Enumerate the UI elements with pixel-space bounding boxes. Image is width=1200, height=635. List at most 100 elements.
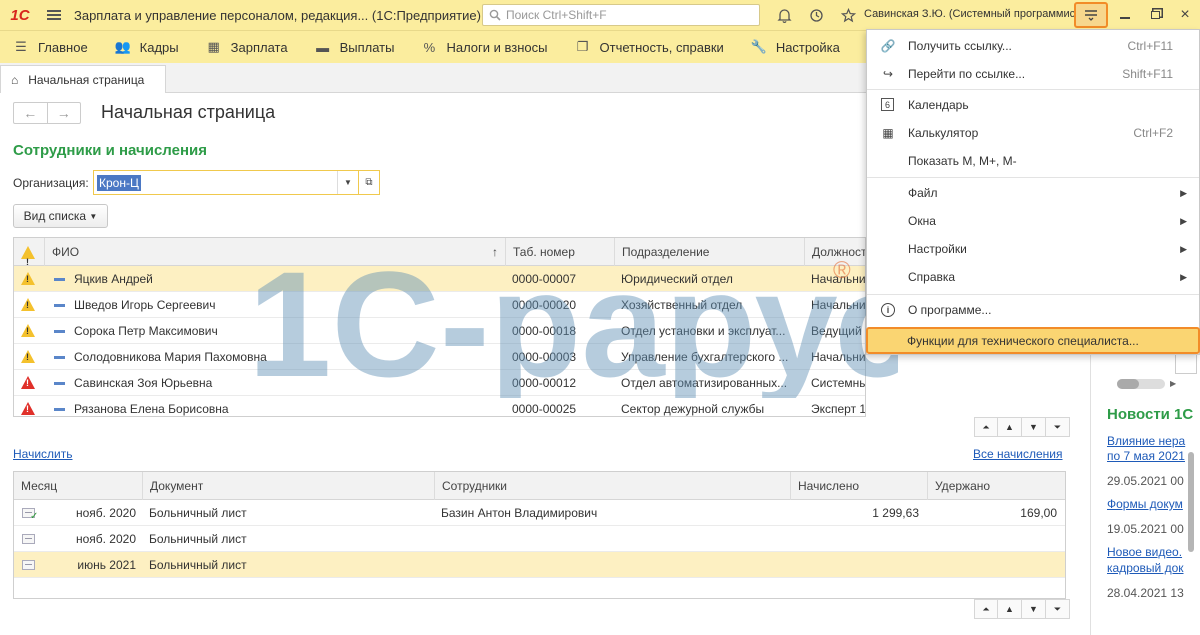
cell-employees: Базин Антон Владимирович bbox=[441, 506, 598, 520]
column-header-employees[interactable]: Сотрудники bbox=[434, 472, 790, 500]
last-page-icon[interactable]: ⏷ bbox=[1046, 417, 1070, 437]
cell-withheld bbox=[927, 552, 1065, 578]
employee-icon bbox=[54, 330, 65, 333]
scroll-thumb[interactable] bbox=[1188, 452, 1194, 552]
forward-arrow-icon[interactable]: → bbox=[48, 103, 81, 123]
search-input[interactable]: Поиск Ctrl+Shift+F bbox=[482, 4, 760, 26]
posted-document-icon: ✓ bbox=[22, 508, 38, 522]
news-link[interactable]: Влияние нера bbox=[1107, 434, 1185, 448]
titlebar-icons bbox=[768, 0, 864, 30]
menu-item-calculator[interactable]: ▦ Калькулятор Ctrl+F2 bbox=[867, 119, 1199, 147]
next-page-icon[interactable]: ▼ bbox=[1022, 599, 1046, 619]
table-row[interactable]: ✓ нояб. 2020 Больничный лист Базин Антон Вл… bbox=[14, 500, 1065, 526]
chevron-right-icon: ▶ bbox=[1180, 215, 1187, 226]
table-row[interactable]: Рязанова Елена Борисовна 0000-00025 Сектор… bbox=[14, 396, 865, 416]
section-reports[interactable]: ❐ Отчетность, справки bbox=[562, 31, 738, 64]
menu-icon: ☰ bbox=[15, 39, 27, 54]
menu-item-about[interactable]: i О программе... bbox=[867, 296, 1199, 324]
employees-table[interactable]: ФИО ↑ Таб. номер Подразделение Должность… bbox=[13, 237, 866, 417]
people-icon: 👥 bbox=[114, 39, 131, 54]
news-date: 29.05.2021 00 bbox=[1107, 474, 1184, 488]
table-row[interactable]: Сорока Петр Максимович 0000-00018 Отдел ус… bbox=[14, 318, 865, 344]
menu-item-tech-functions[interactable]: Функции для технического специалиста... bbox=[866, 327, 1200, 354]
prev-page-icon[interactable]: ▲ bbox=[998, 599, 1022, 619]
column-header-accrued[interactable]: Начислено bbox=[790, 472, 927, 500]
news-link[interactable]: Новое видео. bbox=[1107, 545, 1182, 559]
all-accruals-link[interactable]: Все начисления bbox=[973, 447, 1063, 461]
column-header-dept[interactable]: Подразделение bbox=[614, 238, 804, 266]
section-taxes[interactable]: % Налоги и взносы bbox=[408, 31, 561, 64]
menu-item-show-memory[interactable]: Показать M, M+, M- bbox=[867, 147, 1199, 175]
accruals-table[interactable]: Месяц Документ Сотрудники Начислено Удер… bbox=[13, 471, 1066, 599]
menu-separator bbox=[867, 177, 1199, 178]
next-page-icon[interactable]: ▼ bbox=[1022, 417, 1046, 437]
table-row[interactable]: нояб. 2020 Больничный лист bbox=[14, 526, 1065, 552]
column-header-document[interactable]: Документ bbox=[142, 472, 434, 500]
menu-item-help[interactable]: Справка ▶ bbox=[867, 263, 1199, 291]
table-row[interactable]: Савинская Зоя Юрьевна 0000-00012 Отдел авт… bbox=[14, 370, 865, 396]
news-link[interactable]: Формы докум bbox=[1107, 497, 1183, 511]
column-header-position[interactable]: Должность bbox=[804, 238, 865, 266]
menu-item-settings[interactable]: Настройки ▶ bbox=[867, 235, 1199, 263]
first-page-icon[interactable]: ⏶ bbox=[974, 599, 998, 619]
column-header-fio[interactable]: ФИО bbox=[44, 238, 504, 266]
table-row[interactable]: июнь 2021 Больничный лист bbox=[14, 552, 1065, 578]
section-label: Настройка bbox=[775, 39, 840, 55]
table-row[interactable]: Яцкив Андрей 0000-00007 Юридический отдел Н… bbox=[14, 266, 865, 292]
section-hr[interactable]: 👥 Кадры bbox=[102, 31, 193, 64]
cell-position: Ведущий bbox=[811, 324, 862, 338]
main-menu-button[interactable] bbox=[40, 0, 68, 30]
menu-separator bbox=[867, 89, 1199, 90]
cell-month: июнь 2021 bbox=[77, 558, 136, 572]
close-button[interactable]: × bbox=[1170, 0, 1200, 30]
back-arrow-icon[interactable]: ← bbox=[14, 103, 48, 123]
cell-fio: Савинская Зоя Юрьевна bbox=[74, 376, 213, 390]
menu-shortcut: Ctrl+F2 bbox=[1133, 126, 1173, 140]
star-icon[interactable] bbox=[832, 0, 864, 30]
first-page-icon[interactable]: ⏶ bbox=[974, 417, 998, 437]
scroll-right-icon[interactable]: ▶ bbox=[1170, 379, 1176, 388]
status-column-header[interactable] bbox=[14, 238, 44, 266]
history-icon[interactable] bbox=[800, 0, 832, 30]
open-icon[interactable]: ⧉ bbox=[359, 170, 380, 195]
cell-fio: Солодовникова Мария Пахомовна bbox=[74, 350, 267, 364]
column-header-month[interactable]: Месяц bbox=[14, 472, 142, 500]
chevron-down-icon[interactable]: ▼ bbox=[337, 171, 358, 194]
section-salary[interactable]: ▦ Зарплата bbox=[193, 31, 302, 64]
section-payments[interactable]: ▬ Выплаты bbox=[302, 31, 409, 64]
section-settings[interactable]: 🔧 Настройка bbox=[738, 31, 854, 64]
view-list-button[interactable]: Вид списка ▼ bbox=[13, 204, 108, 228]
info-icon: i bbox=[881, 303, 895, 317]
menu-item-windows[interactable]: Окна ▶ bbox=[867, 207, 1199, 235]
tab-home[interactable]: ⌂ Начальная страница bbox=[0, 65, 166, 93]
goto-link-icon: ↪ bbox=[882, 67, 894, 81]
section-label: Налоги и взносы bbox=[446, 39, 548, 55]
last-page-icon[interactable]: ⏷ bbox=[1046, 599, 1070, 619]
column-header-tab[interactable]: Таб. номер bbox=[505, 238, 614, 266]
section-label: Кадры bbox=[139, 39, 179, 55]
minimize-button[interactable] bbox=[1110, 0, 1140, 30]
accrue-link[interactable]: Начислить bbox=[13, 447, 72, 461]
bell-icon[interactable] bbox=[768, 0, 800, 30]
column-header-withheld[interactable]: Удержано bbox=[927, 472, 1065, 500]
menu-item-file[interactable]: Файл ▶ bbox=[867, 179, 1199, 207]
restore-button[interactable] bbox=[1140, 0, 1170, 30]
menu-item-goto-link[interactable]: ↪ Перейти по ссылке... Shift+F11 bbox=[867, 60, 1199, 88]
horizontal-scrollbar[interactable] bbox=[1117, 379, 1165, 389]
news-link[interactable]: кадровый док bbox=[1107, 561, 1184, 575]
table-row[interactable]: Солодовникова Мария Пахомовна 0000-00003 У… bbox=[14, 344, 865, 370]
news-link[interactable]: по 7 мая 2021 bbox=[1107, 449, 1185, 463]
section-main[interactable]: ☰ Главное bbox=[0, 31, 102, 64]
prev-page-icon[interactable]: ▲ bbox=[998, 417, 1022, 437]
org-input[interactable]: Крон-Ц bbox=[93, 170, 359, 195]
link-icon: 🔗 bbox=[880, 39, 896, 53]
current-user[interactable]: Савинская З.Ю. (Системный программист) bbox=[864, 8, 1084, 20]
sort-ascending-icon[interactable]: ↑ bbox=[474, 238, 504, 266]
vertical-scrollbar[interactable] bbox=[1186, 432, 1196, 632]
table-header: Месяц Документ Сотрудники Начислено Удер… bbox=[14, 472, 1065, 500]
system-menu-button[interactable] bbox=[1074, 2, 1108, 28]
table-row[interactable]: Шведов Игорь Сергеевич 0000-00020 Хозяйств… bbox=[14, 292, 865, 318]
menu-item-get-link[interactable]: 🔗 Получить ссылку... Ctrl+F11 bbox=[867, 32, 1199, 60]
cell-fio: Рязанова Елена Борисовна bbox=[74, 402, 229, 416]
menu-item-calendar[interactable]: 6 Календарь bbox=[867, 91, 1199, 119]
